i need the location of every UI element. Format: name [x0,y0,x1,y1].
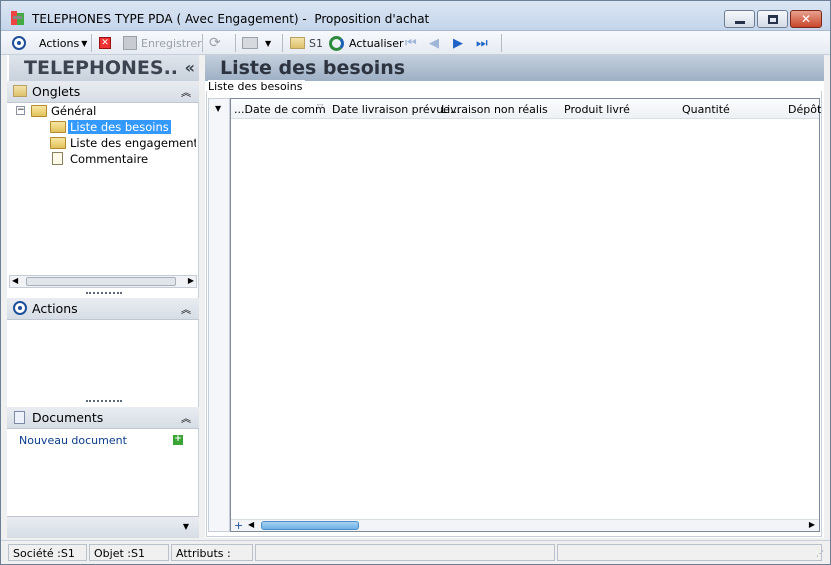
next-record-icon: ▶ [453,35,463,51]
close-icon: ✕ [801,12,812,26]
page-title: Liste des besoins [205,55,824,81]
grid-header: ...Date de comm ▽ Date livraison prévue.… [231,99,821,119]
actions-section-header[interactable]: Actions ︽ [7,298,199,320]
actions-menu-button[interactable]: Actions ▼ [39,34,87,52]
add-row-icon[interactable]: + [234,519,243,532]
printer-icon [242,37,258,49]
delete-icon: ✕ [99,37,111,49]
folder-open-icon [50,121,66,133]
documents-section-title: Documents [32,410,104,425]
maximize-icon [768,15,778,24]
tree-scrollbar[interactable]: ◀ ▶ [9,275,197,288]
refresh-button[interactable]: Actualiser [329,34,404,52]
previous-record-button[interactable]: ◀ [429,34,439,52]
scroll-right-icon[interactable]: ▶ [809,520,815,529]
actions-icon [13,301,27,315]
record-title: TELEPHONES.. « [9,55,199,81]
sync-button[interactable]: ⟳ [209,34,221,52]
resize-grip-icon[interactable]: ⋰ [816,549,824,558]
folder-icon [31,105,47,117]
window-title: TELEPHONES TYPE PDA ( Avec Engagement) -… [32,12,430,26]
status-empty-cell [557,544,822,561]
actions-circle-icon[interactable] [12,36,26,50]
close-button[interactable]: ✕ [790,10,822,28]
column-header-date-commande[interactable]: ...Date de comm [234,103,326,116]
column-header-livraison-non-realisee[interactable]: Livraison non réalis [441,103,548,116]
status-object: Objet :S1 [89,544,169,561]
actions-section-title: Actions [32,301,78,316]
new-document-link[interactable]: Nouveau document [19,434,127,447]
tabs-section-title: Onglets [32,84,81,99]
tree-item-commentaire[interactable]: Commentaire [70,152,148,166]
actions-menu-label: Actions [39,36,80,50]
folder-icon [290,37,305,49]
maximize-button[interactable] [757,10,788,28]
data-grid: ...Date de comm ▽ Date livraison prévue.… [230,98,821,532]
first-record-button[interactable]: ⏮ [405,34,417,52]
scroll-thumb[interactable] [261,521,359,530]
collapse-section-icon[interactable]: ︽ [181,301,191,316]
status-bar: Société :S1 Objet :S1 Attributs : ⋰ [1,540,830,564]
left-pane: TELEPHONES.. « Onglets ︽ − Général Liste… [7,55,199,538]
save-icon [123,36,137,50]
folder-icon [50,137,66,149]
document-icon [14,411,25,424]
app-icon [10,10,26,26]
tree-item-liste-des-besoins[interactable]: Liste des besoins [68,120,171,134]
column-header-quantite[interactable]: Quantité [682,103,730,116]
last-record-icon: ⏭ [476,35,488,51]
collapse-pane-icon[interactable]: « [185,55,195,81]
sync-icon: ⟳ [209,35,221,51]
next-record-button[interactable]: ▶ [453,34,463,52]
collapse-section-icon[interactable]: ︽ [181,84,191,99]
tree-expander-icon[interactable]: − [16,106,25,115]
left-pane-footer: ▼ [7,516,199,538]
record-title-text: TELEPHONES.. [24,57,179,79]
application-window: TELEPHONES TYPE PDA ( Avec Engagement) -… [0,0,831,565]
title-bar: TELEPHONES TYPE PDA ( Avec Engagement) -… [1,1,830,31]
grid-horizontal-scrollbar[interactable]: + ◀ ▶ [231,519,819,532]
minimize-button[interactable] [724,10,755,28]
print-button[interactable] [242,34,258,52]
status-empty-cell [255,544,555,561]
status-attributes: Attributs : [171,544,253,561]
collapse-section-icon[interactable]: ︽ [181,410,191,425]
chevron-down-icon: ▼ [81,38,88,48]
toolbar: Actions ▼ ✕ Enregistrer ⟳ ▼ S1 Actualise [1,31,830,55]
scroll-thumb[interactable] [26,277,176,286]
scroll-left-icon[interactable]: ◀ [248,520,254,529]
s1-label: S1 [309,36,323,50]
chevron-down-icon[interactable]: ▼ [183,522,189,531]
splitter-grip[interactable] [86,400,122,403]
main-pane: Liste des besoins Liste des besoins ▼ ..… [205,55,824,538]
minimize-icon [735,21,745,24]
column-chooser-icon[interactable]: ▼ [215,104,221,113]
previous-record-icon: ◀ [429,35,439,51]
grid-row-header: ▼ [208,98,230,532]
tabs-section-header[interactable]: Onglets ︽ [7,81,199,103]
tree-root-general[interactable]: Général [51,104,96,118]
chevron-down-icon: ▼ [265,38,272,48]
refresh-icon [329,35,344,51]
add-icon[interactable]: + [173,435,183,445]
scroll-right-icon[interactable]: ▶ [188,276,194,285]
splitter-grip[interactable] [86,292,122,295]
refresh-label: Actualiser [349,36,404,50]
sort-icon: ▽ [317,102,324,111]
documents-section-header[interactable]: Documents ︽ [7,407,199,429]
column-header-depot[interactable]: Dépôt [788,103,821,116]
save-label: Enregistrer [141,36,202,50]
document-icon [52,152,63,165]
delete-button[interactable]: ✕ [99,34,111,52]
scroll-left-icon[interactable]: ◀ [12,276,18,285]
status-company: Société :S1 [8,544,87,561]
folder-s1-button[interactable]: S1 [290,34,323,52]
column-header-produit-livre[interactable]: Produit livré [564,103,630,116]
tree-item-liste-des-engagements[interactable]: Liste des engagements [70,136,196,150]
first-record-icon: ⏮ [405,35,417,51]
last-record-button[interactable]: ⏭ [476,34,488,52]
save-button[interactable]: Enregistrer [123,34,202,52]
folder-icon [13,85,27,97]
print-dropdown-button[interactable]: ▼ [265,34,271,52]
